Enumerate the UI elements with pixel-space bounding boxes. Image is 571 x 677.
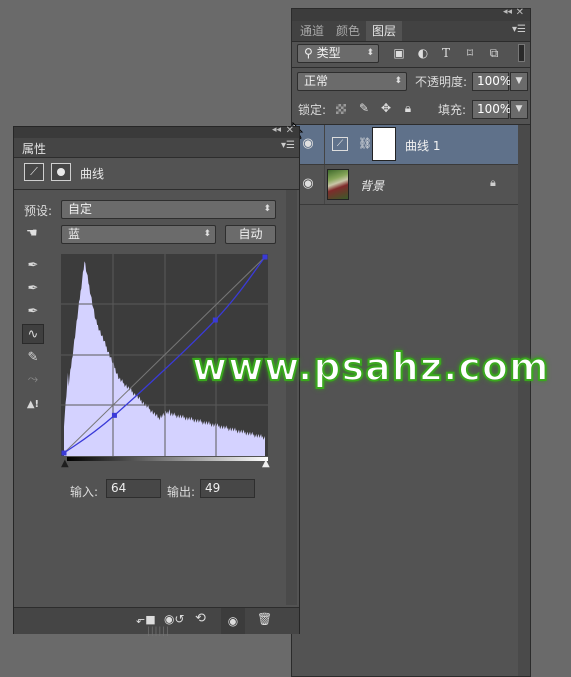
preset-label: 预设: [24,204,53,218]
reset-icon[interactable]: ⟲ [195,611,206,626]
black-point-slider[interactable]: ▲ [61,458,69,469]
clipping-warning-icon[interactable]: ▲! [22,395,44,415]
preset-value: 自定 [68,202,93,216]
visibility-eye-icon[interactable]: ◉ [300,177,316,191]
lock-all-icon[interactable]: 🔒︎ [401,101,415,115]
opacity-field[interactable]: 100% [472,72,511,91]
preset-dropdown[interactable]: 自定 ⬍ [61,200,276,219]
properties-topstrip: ◂◂ ✕ [14,125,299,138]
toggle-visibility-eye-icon[interactable]: ◉ [221,608,245,634]
panel-menu-icon[interactable]: ▾☰ [512,24,526,35]
filter-shape-icon[interactable]: ⌑ [463,46,477,60]
updown-arrow-icon: ⬍ [263,204,271,214]
blend-mode-dropdown[interactable]: 正常 ⬍ [297,72,407,91]
filter-smartobject-icon[interactable]: ⧉ [487,46,501,60]
lock-position-icon[interactable]: ✥ [379,101,393,115]
layers-tabbar: 通道 颜色 图层 ▾☰ [292,21,530,42]
curves-adjustment-icon[interactable]: ⟋ [24,163,44,181]
filter-kind-dropdown[interactable]: ⚲ 类型 ⬍ [297,44,379,63]
updown-arrow-icon: ⬍ [394,76,402,86]
lock-brush-icon[interactable]: ✎ [357,101,371,115]
adjustment-name: 曲线 [80,167,105,181]
curve-control-point[interactable] [212,317,218,323]
close-icon[interactable]: ✕ [516,7,524,18]
layer-row-curves[interactable]: ◉ ⟋ ⛓ 曲线 1 [292,125,530,165]
opacity-dropdown-button[interactable]: ▼ [510,72,528,91]
filter-kind-label: 类型 [316,46,341,60]
panel-menu-icon[interactable]: ▾☰ [281,140,295,151]
smooth-curve-icon[interactable]: ⤳ [22,370,44,390]
lock-transparent-icon[interactable] [336,104,346,114]
updown-arrow-icon: ⬍ [366,48,374,58]
mask-icon[interactable] [51,163,71,181]
curve-control-point[interactable] [61,450,67,456]
layer-image-thumbnail[interactable] [327,169,349,200]
output-field[interactable]: 49 [200,479,255,498]
layer-lock-icon: 🔒︎ [490,176,496,189]
sample-white-eyedropper-icon[interactable]: ✒ [22,302,44,322]
filter-toggle-switch[interactable] [518,44,525,62]
properties-titlebar: 属性 ▾☰ [14,138,299,158]
layers-panel-topstrip: ◂◂ ✕ [292,7,530,21]
filter-pixel-icon[interactable]: ▣ [392,46,406,60]
blend-mode-label: 正常 [304,74,329,88]
curve-control-point[interactable] [262,254,268,260]
lock-label: 锁定: [298,103,327,117]
sample-black-eyedropper-icon[interactable]: ✒ [22,256,44,276]
fill-field[interactable]: 100% [472,100,511,119]
layer-name[interactable]: 背景 [360,177,384,194]
input-gradient-bar [67,457,268,461]
separator [14,189,299,190]
channel-dropdown[interactable]: 蓝 ⬍ [61,225,216,244]
input-field[interactable]: 64 [106,479,161,498]
tab-channels[interactable]: 通道 [294,21,330,41]
auto-button[interactable]: 自动 [225,225,276,244]
layers-panel: ◂◂ ✕ 通道 颜色 图层 ▾☰ ⚲ 类型 ⬍ ▣ ◐ T ⌑ ⧉ 正常 ⬍ 不… [291,7,531,677]
collapse-icon[interactable]: ◂◂ [272,125,281,135]
link-chain-icon[interactable]: ⛓ [358,137,372,150]
filter-adjustment-icon[interactable]: ◐ [416,46,430,60]
watermark-text: www.psahz.com [191,344,550,390]
filter-type-icon[interactable]: T [439,46,453,60]
divider [324,165,325,204]
input-label: 输入: [70,485,99,499]
target-adjustment-hand-icon[interactable]: ☚ [26,226,38,241]
divider [324,125,325,164]
opacity-label: 不透明度: [415,75,468,89]
layer-name[interactable]: 曲线 1 [405,137,440,154]
collapse-icon[interactable]: ◂◂ [503,7,512,17]
delete-trash-icon[interactable]: 🗑︎ [257,612,272,626]
close-icon[interactable]: ✕ [286,125,294,136]
panel-title: 属性 [22,142,47,156]
resize-grip[interactable]: ││││││ [146,627,170,636]
layer-mask-thumbnail[interactable] [372,127,396,161]
separator [292,67,530,68]
clip-to-layer-icon[interactable]: ⬐■ [136,613,156,626]
curves-adjustment-icon: ⟋ [332,137,348,151]
layer-row-background[interactable]: ◉ 背景 🔒︎ [292,165,530,205]
fill-label: 填充: [438,103,467,117]
search-icon: ⚲ [304,46,317,60]
layers-scrollbar[interactable] [518,125,530,676]
curve-control-point[interactable] [111,412,117,418]
sample-gray-eyedropper-icon[interactable]: ✒ [22,279,44,299]
properties-scrollbar[interactable] [286,190,297,605]
edit-points-curve-icon[interactable]: ∿ [22,324,44,344]
tab-color[interactable]: 颜色 [330,21,366,41]
white-point-slider[interactable]: ▲ [262,458,270,469]
fill-dropdown-button[interactable]: ▼ [510,100,528,119]
updown-arrow-icon: ⬍ [203,229,211,239]
draw-pencil-icon[interactable]: ✎ [22,348,44,368]
tab-layers[interactable]: 图层 [366,21,403,41]
output-label: 输出: [167,485,196,499]
view-previous-state-icon[interactable]: ◉↺ [164,612,185,626]
channel-value: 蓝 [68,227,81,241]
